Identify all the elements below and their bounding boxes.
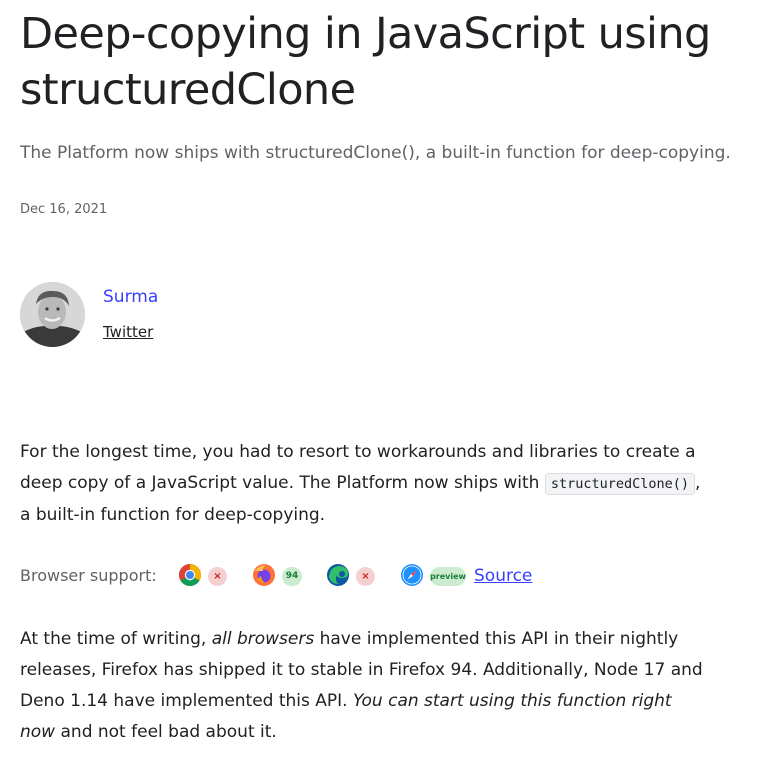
source-link[interactable]: Source <box>474 566 532 586</box>
edge-support-badge: × <box>356 567 375 586</box>
firefox-icon <box>253 564 275 586</box>
safari-icon <box>401 564 423 586</box>
status-paragraph: At the time of writing, all browsers hav… <box>20 624 710 748</box>
inline-code: structuredClone() <box>544 473 696 495</box>
avatar-photo <box>20 282 85 347</box>
article-subtitle: The Platform now ships with structuredCl… <box>20 143 731 163</box>
browser-support: Browser support: × 94 × preview Source <box>20 563 740 591</box>
author-name-link[interactable]: Surma <box>103 287 158 307</box>
status-text-3: and not feel bad about it. <box>55 722 277 742</box>
publish-date: Dec 16, 2021 <box>20 202 108 217</box>
article-title: Deep-copying in JavaScript using structu… <box>20 9 711 115</box>
intro-paragraph: For the longest time, you had to resort … <box>20 437 710 531</box>
chrome-icon <box>179 564 201 586</box>
author-twitter-link[interactable]: Twitter <box>103 323 153 341</box>
browser-support-label: Browser support: <box>20 566 157 585</box>
status-emphasis-1: all browsers <box>211 629 315 649</box>
safari-support-badge: preview <box>430 567 466 586</box>
status-text-1: At the time of writing, <box>20 629 212 649</box>
edge-icon <box>327 564 349 586</box>
firefox-support-badge: 94 <box>282 567 302 586</box>
author-avatar[interactable] <box>20 282 85 347</box>
chrome-support-badge: × <box>208 567 227 586</box>
